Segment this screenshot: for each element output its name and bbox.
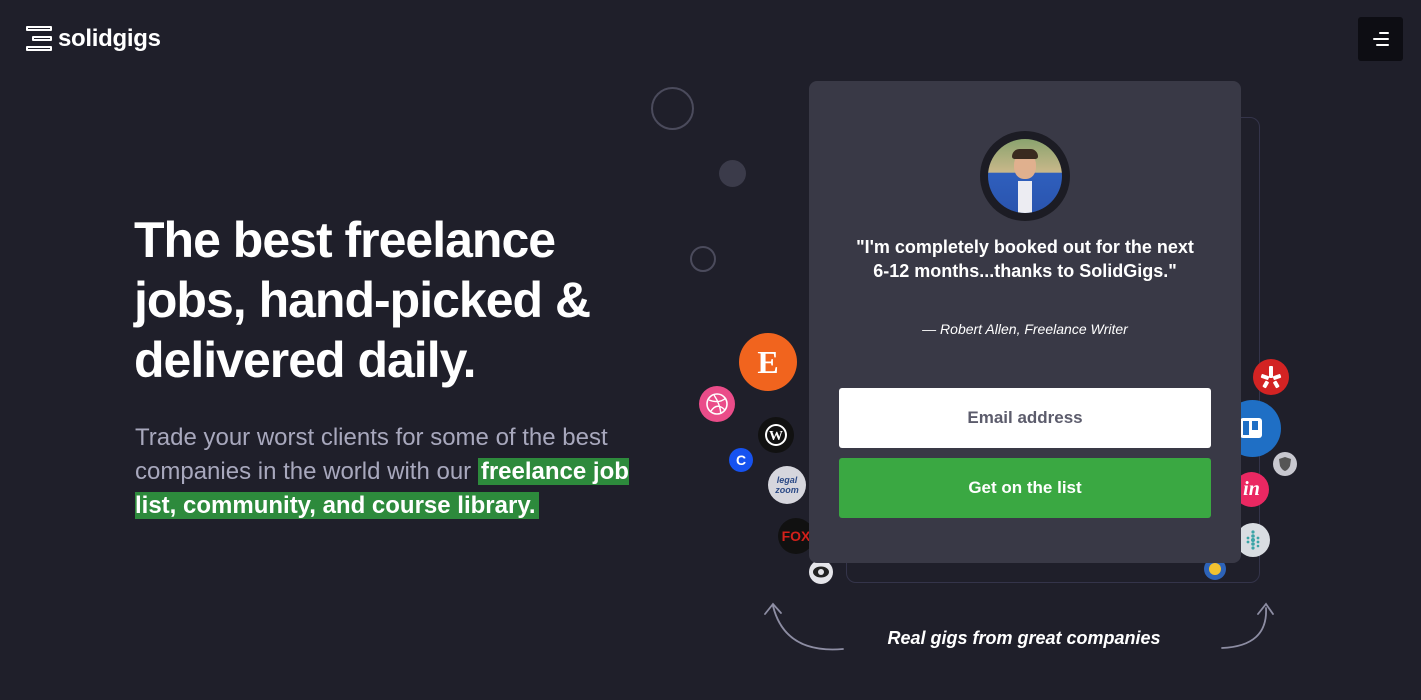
curved-arrows bbox=[764, 602, 1274, 651]
tagline: Real gigs from great companies bbox=[887, 628, 1161, 648]
left-curved-arrow-icon bbox=[772, 605, 844, 651]
right-curved-arrow-icon bbox=[1221, 607, 1267, 649]
